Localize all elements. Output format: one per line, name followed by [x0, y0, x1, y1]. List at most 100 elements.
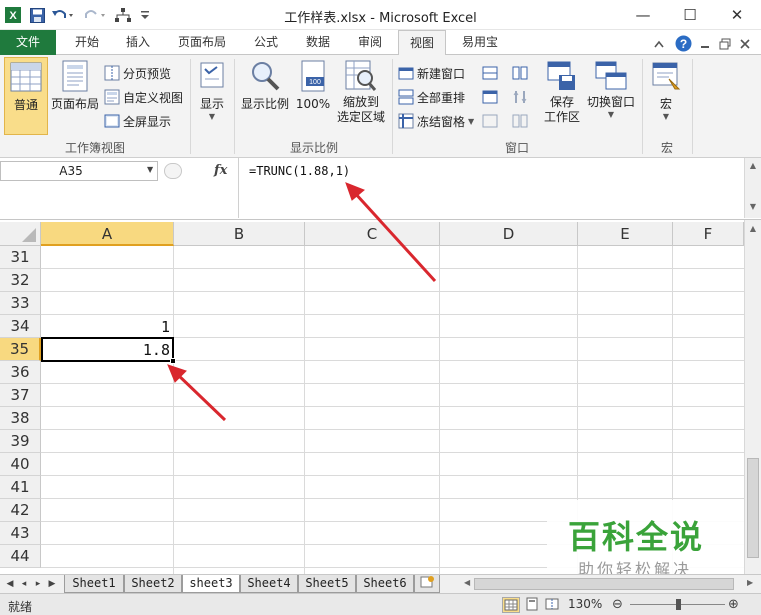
zoom-button[interactable]: 显示比例 [238, 57, 292, 135]
row-header-36[interactable]: 36 [0, 361, 41, 384]
page-layout-status-button[interactable] [524, 597, 542, 613]
normal-view-status-button[interactable] [502, 597, 520, 613]
active-cell-selection[interactable] [41, 337, 174, 362]
row-header-35[interactable]: 35 [0, 338, 41, 361]
tab-page-layout[interactable]: 页面布局 [168, 30, 236, 55]
zoom-level[interactable]: 130% [568, 597, 602, 611]
scroll-up-icon[interactable]: ▲ [745, 161, 761, 170]
scroll-up-icon[interactable]: ▲ [745, 224, 761, 233]
tab-view[interactable]: 视图 [398, 30, 446, 56]
formula-input[interactable]: =TRUNC(1.88,1) [238, 158, 744, 218]
synchronous-scrolling-button[interactable] [512, 87, 531, 107]
full-screen-button[interactable]: 全屏显示 [104, 111, 171, 131]
row-header-43[interactable]: 43 [0, 522, 41, 545]
sheet-tab-sheet5[interactable]: Sheet5 [298, 575, 356, 593]
maximize-button[interactable]: ☐ [667, 0, 713, 30]
formula-bar-scrollbar[interactable]: ▲ ▼ [744, 158, 761, 218]
next-sheet-icon[interactable]: ▸ [32, 577, 44, 591]
gridline [439, 246, 440, 574]
tab-insert[interactable]: 插入 [116, 30, 160, 55]
row-header-33[interactable]: 33 [0, 292, 41, 315]
insert-function-button[interactable]: fx [214, 163, 227, 178]
zoom-in-icon[interactable]: ⊕ [728, 597, 739, 612]
column-header-F[interactable]: F [673, 222, 744, 246]
column-header-B[interactable]: B [174, 222, 305, 246]
new-window-label: 新建窗口 [417, 66, 466, 81]
workbook-restore-icon[interactable] [718, 34, 732, 54]
workbook-minimize-icon[interactable] [698, 34, 712, 54]
macros-button[interactable]: 宏 ▼ [648, 57, 684, 135]
tab-data[interactable]: 数据 [296, 30, 340, 55]
unhide-button[interactable] [482, 111, 501, 131]
page-break-status-button[interactable] [544, 597, 562, 613]
name-box-dropdown-icon[interactable]: ▼ [147, 165, 153, 174]
minimize-button[interactable]: — [620, 0, 666, 30]
split-button[interactable] [482, 63, 501, 83]
sheet-tab-sheet6[interactable]: Sheet6 [356, 575, 414, 593]
insert-sheet-button[interactable] [414, 575, 440, 593]
row-header-40[interactable]: 40 [0, 453, 41, 476]
vertical-scroll-thumb[interactable] [747, 458, 759, 558]
column-header-C[interactable]: C [305, 222, 440, 246]
tab-review[interactable]: 审阅 [348, 30, 392, 55]
row-header-34[interactable]: 34 [0, 315, 41, 338]
save-workspace-label-1: 保存 [549, 95, 574, 109]
cell-A34[interactable]: 1 [44, 318, 170, 336]
prev-sheet-icon[interactable]: ◂ [18, 577, 30, 591]
normal-view-button[interactable]: 普通 [4, 57, 48, 135]
row-header-44[interactable]: 44 [0, 545, 41, 568]
column-header-D[interactable]: D [440, 222, 578, 246]
switch-windows-button[interactable]: 切换窗口 ▼ [586, 57, 636, 135]
name-box[interactable]: A35 ▼ [0, 161, 158, 181]
row-header-31[interactable]: 31 [0, 246, 41, 269]
row-header-32[interactable]: 32 [0, 269, 41, 292]
view-side-by-side-button[interactable] [512, 63, 531, 83]
tab-easy-tools[interactable]: 易用宝 [452, 30, 508, 55]
row-header-42[interactable]: 42 [0, 499, 41, 522]
scroll-down-icon[interactable]: ▼ [745, 202, 761, 211]
select-all-corner[interactable] [0, 222, 41, 246]
zoom-to-selection-button[interactable]: 缩放到 选定区域 [334, 57, 388, 135]
new-window-button[interactable]: 新建窗口 [398, 63, 465, 83]
help-icon[interactable]: ? [674, 33, 692, 53]
freeze-panes-button[interactable]: 冻结窗格 ▼ [398, 111, 474, 131]
show-button[interactable]: 显示 ▼ [194, 57, 230, 135]
sheet-tab-sheet2[interactable]: Sheet2 [124, 575, 182, 593]
tab-file[interactable]: 文件 [0, 30, 56, 55]
arrange-all-button[interactable]: 全部重排 [398, 87, 465, 107]
zoom-slider-thumb[interactable] [676, 599, 681, 610]
sheet-tab-sheet4[interactable]: Sheet4 [240, 575, 298, 593]
horizontal-scroll-thumb[interactable] [474, 578, 734, 590]
row-header-41[interactable]: 41 [0, 476, 41, 499]
zoom-out-icon[interactable]: ⊖ [612, 597, 623, 612]
zoom-100-button[interactable]: 100 100% [294, 57, 332, 135]
hide-button[interactable] [482, 87, 501, 107]
close-button[interactable]: ✕ [714, 0, 760, 30]
switch-windows-icon [594, 59, 628, 93]
page-break-preview-button[interactable]: 分页预览 [104, 63, 171, 83]
vertical-scrollbar[interactable]: ▲ [744, 220, 761, 574]
scroll-left-icon[interactable]: ◀ [464, 578, 470, 587]
collapse-ribbon-icon[interactable] [652, 34, 666, 54]
horizontal-scrollbar[interactable]: ◀ ▶ [462, 577, 761, 592]
scroll-right-icon[interactable]: ▶ [747, 578, 753, 587]
sheet-tab-sheet1[interactable]: Sheet1 [64, 575, 124, 593]
workbook-close-icon[interactable] [738, 34, 752, 54]
first-sheet-icon[interactable]: ◀ [4, 577, 16, 591]
column-header-A[interactable]: A [41, 222, 174, 246]
last-sheet-icon[interactable]: ▶ [46, 577, 58, 591]
save-workspace-button[interactable]: 保存 工作区 [540, 57, 584, 135]
sheet-tab-sheet3[interactable]: sheet3 [182, 575, 240, 593]
tab-home[interactable]: 开始 [62, 30, 112, 55]
formula-bar-resize-handle[interactable] [164, 163, 182, 179]
custom-views-button[interactable]: 自定义视图 [104, 87, 183, 107]
show-label: 显示 [199, 97, 224, 111]
tab-formulas[interactable]: 公式 [244, 30, 288, 55]
fill-handle[interactable] [170, 358, 176, 364]
page-layout-view-button[interactable]: 页面布局 [50, 57, 100, 135]
row-header-37[interactable]: 37 [0, 384, 41, 407]
row-header-39[interactable]: 39 [0, 430, 41, 453]
reset-window-position-button[interactable] [512, 111, 531, 131]
row-header-38[interactable]: 38 [0, 407, 41, 430]
column-header-E[interactable]: E [578, 222, 673, 246]
